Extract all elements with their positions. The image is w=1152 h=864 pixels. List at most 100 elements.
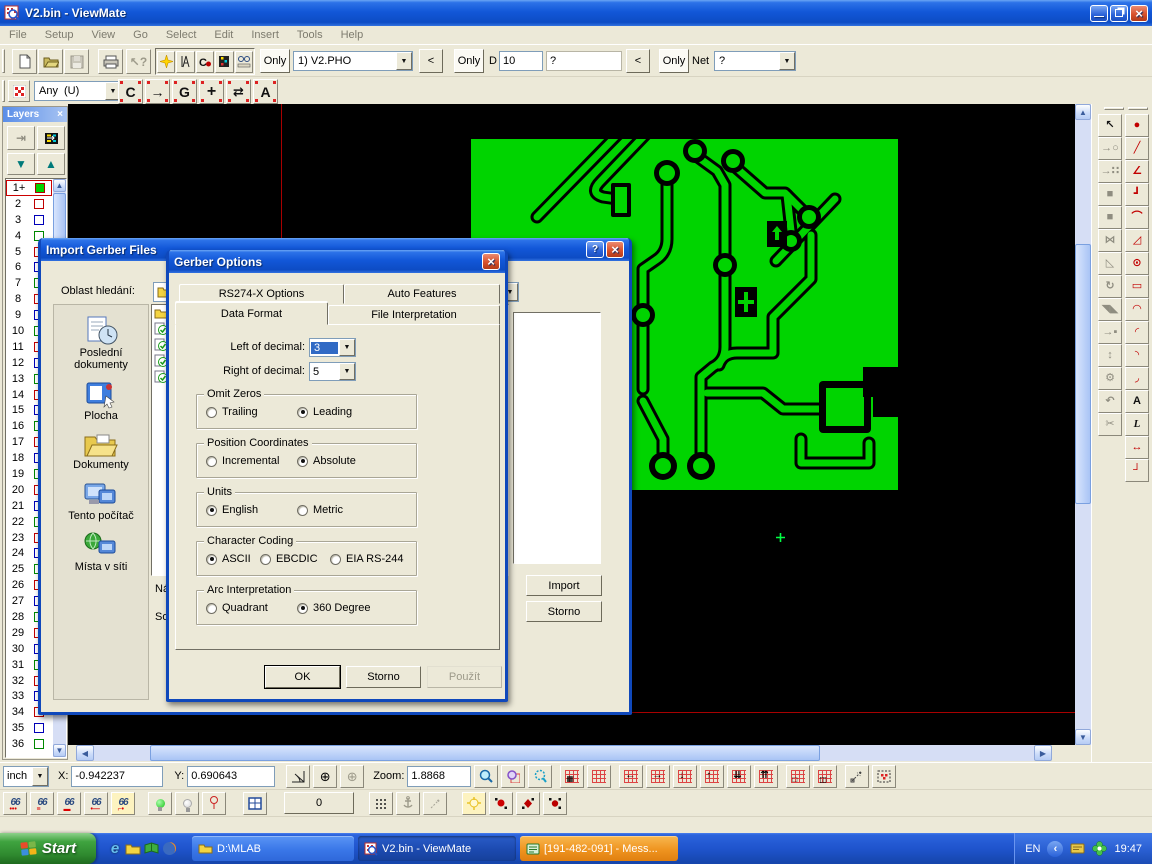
draw-corner-icon[interactable]: ┛	[1125, 183, 1149, 206]
save-button[interactable]	[64, 49, 89, 74]
menu-edit[interactable]: Edit	[205, 29, 242, 41]
pan-right-grid-icon[interactable]: →	[646, 765, 670, 788]
ok-button[interactable]: OK	[265, 666, 340, 688]
dcode-input[interactable]: 10	[499, 51, 543, 71]
vscroll-thumb[interactable]	[1075, 244, 1091, 504]
settings-gear-icon[interactable]: ⚙	[1098, 367, 1122, 390]
draw-arc2-icon[interactable]: ◜	[1125, 321, 1149, 344]
layer-select-combo[interactable]: 1) V2.PHO ▼	[293, 51, 413, 71]
aperture-h-button[interactable]: ⇄	[226, 79, 251, 104]
grid-box-icon[interactable]: □	[786, 765, 810, 788]
dcode-film-icon[interactable]: C	[196, 51, 214, 73]
dcode-filter-input[interactable]: ?	[546, 51, 622, 71]
help-button[interactable]: ?	[586, 241, 604, 258]
place-recent-documents[interactable]: Poslední dokumenty	[54, 315, 148, 371]
taskbar-task-messenger[interactable]: [191-482-091] - Mess...	[520, 836, 678, 861]
chevron-down-icon[interactable]: ▼	[32, 767, 48, 786]
scroll-left-button[interactable]: ◀	[76, 745, 94, 761]
radio-leading[interactable]: Leading	[297, 406, 352, 418]
grid-boxes-icon[interactable]: ◫	[813, 765, 837, 788]
menu-insert[interactable]: Insert	[242, 29, 288, 41]
aperture-text-button[interactable]: A	[253, 79, 278, 104]
view-lines-icon[interactable]: 66≡	[30, 792, 54, 815]
draw-triangle-icon[interactable]: ◿	[1125, 229, 1149, 252]
close-button[interactable]: ×	[1130, 5, 1148, 22]
fill-square-2-icon[interactable]: ■	[1098, 206, 1122, 229]
cancel-button[interactable]: Storno	[346, 666, 421, 688]
zoom-grid-icon[interactable]	[501, 765, 525, 788]
draw-rect-icon[interactable]: ▭	[1125, 275, 1149, 298]
pan-left-grid-icon[interactable]: ←	[619, 765, 643, 788]
move-to-pads-icon[interactable]: →∷	[1098, 160, 1122, 183]
radio-incremental[interactable]: Incremental	[206, 455, 279, 467]
draw-corner2-icon[interactable]: ┘	[1125, 459, 1149, 482]
place-my-computer[interactable]: Tento počítač	[68, 480, 133, 522]
snap-target-icon[interactable]: ⊕	[340, 765, 364, 788]
scroll-up-button[interactable]: ▲	[1075, 104, 1091, 120]
toolbar-grip[interactable]	[1128, 107, 1148, 110]
radio-eia-rs244[interactable]: EIA RS-244	[330, 553, 403, 565]
toolbar-grip[interactable]	[2, 49, 5, 73]
stretch-arrow-icon[interactable]	[845, 765, 869, 788]
selected-files-list[interactable]	[513, 312, 601, 564]
layer-color-swatch[interactable]	[34, 739, 44, 749]
left-of-decimal-combo[interactable]: 3 ▼	[309, 338, 356, 357]
unit-combo[interactable]: inch ▼	[3, 766, 49, 787]
draw-arc1-icon[interactable]: ◠	[1125, 298, 1149, 321]
quicklaunch-folder-icon[interactable]	[124, 840, 142, 858]
pan-up-grid-icon[interactable]: ↑	[700, 765, 724, 788]
tray-card-icon[interactable]	[1070, 842, 1085, 855]
menu-tools[interactable]: Tools	[288, 29, 332, 41]
draw-polyline-icon[interactable]: ∠	[1125, 160, 1149, 183]
print-button[interactable]	[98, 49, 123, 74]
draw-arc4-icon[interactable]: ◞	[1125, 367, 1149, 390]
text-icon[interactable]: A	[1125, 390, 1149, 413]
shear-icon[interactable]: ◺	[1098, 252, 1122, 275]
radio-metric[interactable]: Metric	[297, 504, 343, 516]
draw-line-icon[interactable]: ╱	[1125, 137, 1149, 160]
draw-angle-arc-icon[interactable]: ⌒	[1125, 206, 1149, 229]
toolbar-grip[interactable]	[2, 80, 5, 102]
layer-row[interactable]: 36	[6, 736, 52, 752]
select-region-icon[interactable]	[872, 765, 896, 788]
taskbar-task-mlab[interactable]: D:\MLAB	[192, 836, 354, 861]
aperture-c-button[interactable]: C	[118, 79, 143, 104]
close-icon[interactable]: ×	[57, 109, 63, 120]
canvas-hscrollbar[interactable]: ◀ ▶	[68, 745, 1075, 762]
import-button[interactable]: Import	[526, 575, 602, 596]
restore-button[interactable]	[1110, 5, 1128, 22]
view-dots-icon[interactable]: 66•••	[3, 792, 27, 815]
start-button[interactable]: Start	[0, 833, 96, 864]
place-desktop[interactable]: Plocha	[84, 380, 118, 422]
radio-absolute[interactable]: Absolute	[297, 455, 356, 467]
radio-360-degree[interactable]: 360 Degree	[297, 602, 371, 614]
close-button[interactable]: ×	[606, 241, 624, 258]
pan-down-grid-icon[interactable]: ↓	[673, 765, 697, 788]
film-grid-icon[interactable]: ▦	[560, 765, 584, 788]
nudge-icon[interactable]: ↕	[1098, 344, 1122, 367]
menu-file[interactable]: File	[0, 29, 36, 41]
layer-row[interactable]: 1+	[6, 180, 52, 196]
draw-circle-icon[interactable]: ⊙	[1125, 252, 1149, 275]
view-highlight-icon[interactable]: 66⌐•	[111, 792, 135, 815]
layers-panel-titlebar[interactable]: Layers ×	[3, 107, 67, 122]
dialog-titlebar[interactable]: Gerber Options ×	[169, 250, 505, 273]
quicklaunch-firefox-icon[interactable]	[160, 840, 178, 858]
prev-net-button[interactable]: <	[626, 49, 650, 73]
taskbar-task-viewmate[interactable]: V2.bin - ViewMate	[358, 836, 516, 861]
aperture-pattern-icon[interactable]	[8, 80, 30, 102]
relative-move-icon[interactable]	[423, 792, 447, 815]
scroll-down-button[interactable]: ▼	[1075, 729, 1091, 745]
undo-icon[interactable]: ↶	[1098, 390, 1122, 413]
zoom-field[interactable]: 1.8868	[407, 766, 471, 787]
aperture-type-combo[interactable]: Any (U) ▼	[34, 81, 122, 101]
layer-color-swatch[interactable]	[34, 723, 44, 733]
layer-row[interactable]: 35	[6, 720, 52, 736]
mirror-icon[interactable]: ⋈	[1098, 229, 1122, 252]
apply-button[interactable]: Použít	[427, 666, 502, 688]
scale-icon[interactable]: ◥◣	[1098, 298, 1122, 321]
tab-data-format[interactable]: Data Format	[175, 302, 328, 325]
lamp-off-icon[interactable]	[175, 792, 199, 815]
radio-quadrant[interactable]: Quadrant	[206, 602, 268, 614]
zoom-window-icon[interactable]	[528, 765, 552, 788]
